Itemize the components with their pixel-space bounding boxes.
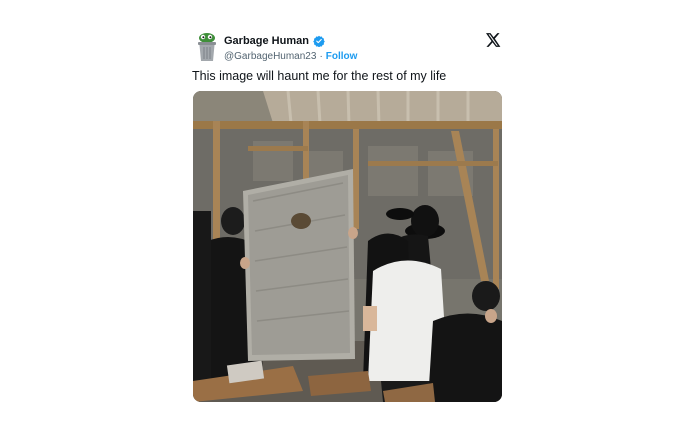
tweet-media-photo[interactable] [193,91,502,402]
author-avatar[interactable] [195,31,219,63]
x-logo-button[interactable] [486,33,501,47]
author-meta-row: @GarbageHuman23 · Follow [224,50,357,63]
follow-button[interactable]: Follow [326,50,358,63]
verified-badge-icon [313,35,325,47]
author-handle[interactable]: @GarbageHuman23 [224,50,316,63]
x-logo-icon [486,33,501,47]
tweet-text: This image will haunt me for the rest of… [192,69,447,83]
trash-can-avatar-icon [198,33,216,61]
photo-scene [193,91,502,402]
tweet-embed: Garbage Human @GarbageHuman23 · Follow T… [0,0,696,435]
meta-separator: · [319,51,323,62]
author-block: Garbage Human @GarbageHuman23 · Follow [224,34,357,63]
author-name-row: Garbage Human [224,34,357,48]
author-display-name[interactable]: Garbage Human [224,34,309,48]
